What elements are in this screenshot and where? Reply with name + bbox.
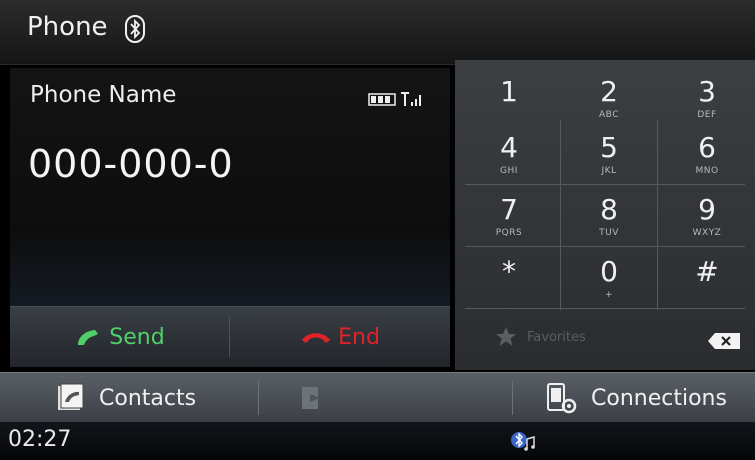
star-icon [496, 327, 516, 346]
key-digit: 2 [600, 75, 618, 108]
key-9[interactable]: 9 WXYZ [657, 188, 755, 250]
key-digit: 4 [500, 131, 518, 164]
key-7[interactable]: 7 PQRS [459, 188, 559, 250]
key-letters: WXYZ [692, 228, 722, 238]
key-letters: MNO [695, 166, 719, 176]
key-1[interactable]: 1 [459, 70, 559, 132]
key-3[interactable]: 3 DEF [657, 70, 755, 132]
battery-icon [368, 93, 396, 106]
bluetooth-icon [125, 15, 145, 43]
key-letters: TUV [599, 228, 619, 238]
key-2[interactable]: 2 ABC [559, 70, 659, 132]
status-bar: 02:27 [0, 422, 755, 460]
phone-hangup-icon [302, 333, 331, 343]
key-digit: 5 [600, 131, 618, 164]
connections-label: Connections [591, 385, 727, 411]
key-letters: GHI [500, 166, 518, 176]
connections-icon [547, 383, 577, 414]
dial-keypad: 1 2 ABC 3 DEF 4 GHI 5 JKL 6 MNO 7 PQRS 8 TUV 9 W… [455, 60, 755, 370]
key-8[interactable]: 8 TUV [559, 188, 659, 250]
contacts-icon [58, 383, 84, 410]
battery-signal-icons [368, 92, 421, 106]
connections-button[interactable]: Connections [545, 373, 727, 423]
divider [512, 381, 513, 415]
key-hash[interactable]: # [657, 250, 755, 312]
key-4[interactable]: 4 GHI [459, 126, 559, 188]
backspace-icon[interactable] [707, 332, 741, 350]
key-digit: 7 [500, 193, 518, 226]
dialed-number: 000-000-0 [28, 142, 234, 186]
page-title: Phone [27, 12, 108, 42]
phone-call-icon [78, 330, 99, 345]
title-bar: Phone [0, 0, 755, 65]
key-digit: * [502, 255, 516, 288]
key-star[interactable]: * [459, 250, 559, 312]
favorites-button[interactable]: Favorites [495, 326, 586, 348]
bluetooth-audio-icon [511, 432, 535, 451]
key-digit: 8 [600, 193, 618, 226]
key-letters: PQRS [495, 228, 523, 238]
clock: 02:27 [8, 427, 72, 452]
key-letters: DEF [697, 110, 717, 120]
key-digit: 9 [698, 193, 716, 226]
bottom-menu: Contacts Connections [0, 372, 755, 423]
key-digit: 0 [600, 255, 618, 288]
contacts-button[interactable]: Contacts [55, 373, 196, 423]
signal-icon [401, 92, 421, 106]
recent-calls-button[interactable] [300, 373, 336, 423]
end-label: End [338, 324, 380, 350]
key-letters: + [604, 290, 614, 300]
phone-name: Phone Name [30, 82, 177, 108]
divider [258, 381, 259, 415]
key-digit: 1 [500, 75, 518, 108]
key-digit: # [695, 255, 719, 288]
send-button[interactable]: Send [10, 307, 230, 367]
send-label: Send [109, 324, 165, 350]
key-digit: 6 [698, 131, 716, 164]
key-letters: ABC [599, 110, 619, 120]
key-0[interactable]: 0 + [559, 250, 659, 312]
contacts-label: Contacts [99, 385, 197, 411]
key-letters: JKL [601, 166, 617, 176]
key-6[interactable]: 6 MNO [657, 126, 755, 188]
call-buttons: Send End [10, 306, 450, 367]
key-digit: 3 [698, 75, 716, 108]
end-button[interactable]: End [230, 307, 450, 367]
recent-calls-icon [302, 387, 320, 409]
key-5[interactable]: 5 JKL [559, 126, 659, 188]
favorites-label: Favorites [527, 329, 586, 345]
